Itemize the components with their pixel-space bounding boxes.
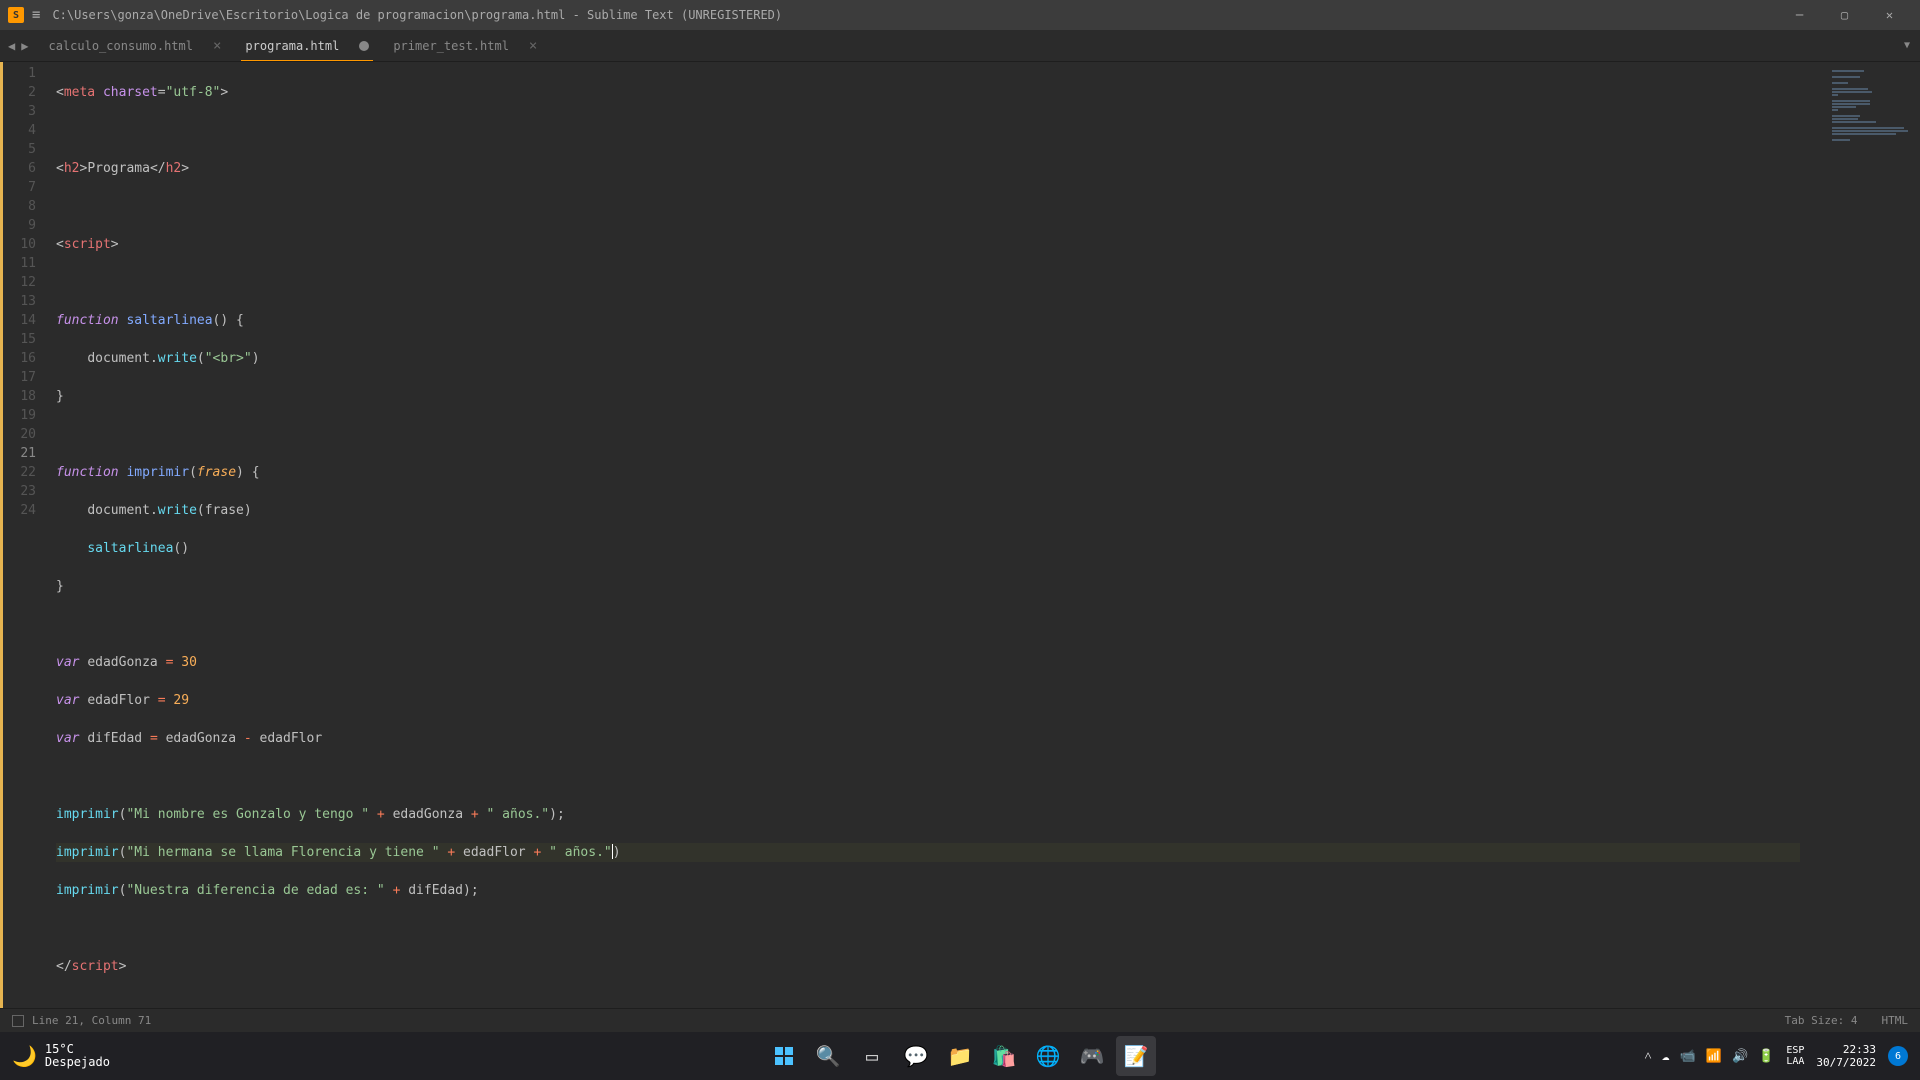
windows-logo-icon [775, 1047, 793, 1065]
onedrive-icon[interactable]: ☁ [1662, 1049, 1670, 1064]
tab-primer-test[interactable]: primer_test.html × [381, 30, 549, 61]
volume-icon[interactable]: 🔊 [1732, 1049, 1748, 1064]
moon-icon: 🌙 [12, 1044, 37, 1068]
nav-back-icon[interactable]: ◀ [6, 37, 17, 55]
tab-calculo-consumo[interactable]: calculo_consumo.html × [36, 30, 233, 61]
hamburger-icon[interactable]: ≡ [32, 7, 40, 23]
clock[interactable]: 22:33 30/7/2022 [1816, 1043, 1876, 1069]
gutter-edge [0, 62, 3, 1008]
search-button[interactable]: 🔍 [808, 1036, 848, 1076]
close-icon[interactable]: × [529, 38, 537, 54]
start-button[interactable] [764, 1036, 804, 1076]
tab-label: primer_test.html [393, 39, 509, 53]
tab-label: calculo_consumo.html [48, 39, 193, 53]
close-icon[interactable]: × [213, 38, 221, 54]
nav-forward-icon[interactable]: ▶ [19, 37, 30, 55]
panel-switcher-icon[interactable] [12, 1015, 24, 1027]
cursor-position[interactable]: Line 21, Column 71 [32, 1014, 151, 1027]
minimize-button[interactable]: ─ [1777, 0, 1822, 30]
code-content[interactable]: <meta charset="utf-8"> <h2>Programa</h2>… [48, 62, 1800, 1008]
editor-area[interactable]: 12345 678910 1112131415 1617181920 21222… [0, 62, 1920, 1008]
line-gutter: 12345 678910 1112131415 1617181920 21222… [0, 62, 48, 1008]
window-title: C:\Users\gonza\OneDrive\Escritorio\Logic… [52, 8, 1777, 22]
discord-icon[interactable]: 🎮 [1072, 1036, 1112, 1076]
weather-widget[interactable]: 🌙 15°C Despejado [12, 1043, 110, 1069]
microsoft-store-icon[interactable]: 🛍️ [984, 1036, 1024, 1076]
language-indicator[interactable]: ESP LAA [1786, 1045, 1804, 1067]
windows-taskbar: 🌙 15°C Despejado 🔍 ▭ 💬 📁 🛍️ 🌐 🎮 📝 ˄ ☁ 📹 … [0, 1032, 1920, 1080]
chrome-icon[interactable]: 🌐 [1028, 1036, 1068, 1076]
chat-app-icon[interactable]: 💬 [896, 1036, 936, 1076]
app-icon: S [8, 7, 24, 23]
tab-label: programa.html [245, 39, 339, 53]
text-cursor [612, 844, 613, 859]
maximize-button[interactable]: ▢ [1822, 0, 1867, 30]
meet-now-icon[interactable]: 📹 [1680, 1049, 1696, 1064]
weather-desc: Despejado [45, 1056, 110, 1069]
notification-badge[interactable]: 6 [1888, 1046, 1908, 1066]
title-bar: S ≡ C:\Users\gonza\OneDrive\Escritorio\L… [0, 0, 1920, 30]
tray-chevron-icon[interactable]: ˄ [1644, 1048, 1651, 1064]
wifi-icon[interactable]: 📶 [1706, 1049, 1722, 1064]
dirty-indicator-icon[interactable]: ● [359, 41, 369, 51]
tab-dropdown-icon[interactable]: ▼ [1894, 40, 1920, 51]
battery-icon[interactable]: 🔋 [1758, 1049, 1774, 1064]
syntax-mode[interactable]: HTML [1882, 1014, 1909, 1027]
tab-size[interactable]: Tab Size: 4 [1785, 1014, 1858, 1027]
sublime-text-icon[interactable]: 📝 [1116, 1036, 1156, 1076]
minimap[interactable] [1800, 62, 1920, 1008]
task-view-button[interactable]: ▭ [852, 1036, 892, 1076]
tab-programa[interactable]: programa.html ● [233, 30, 381, 61]
file-explorer-icon[interactable]: 📁 [940, 1036, 980, 1076]
close-button[interactable]: ✕ [1867, 0, 1912, 30]
tab-bar: ◀ ▶ calculo_consumo.html × programa.html… [0, 30, 1920, 62]
